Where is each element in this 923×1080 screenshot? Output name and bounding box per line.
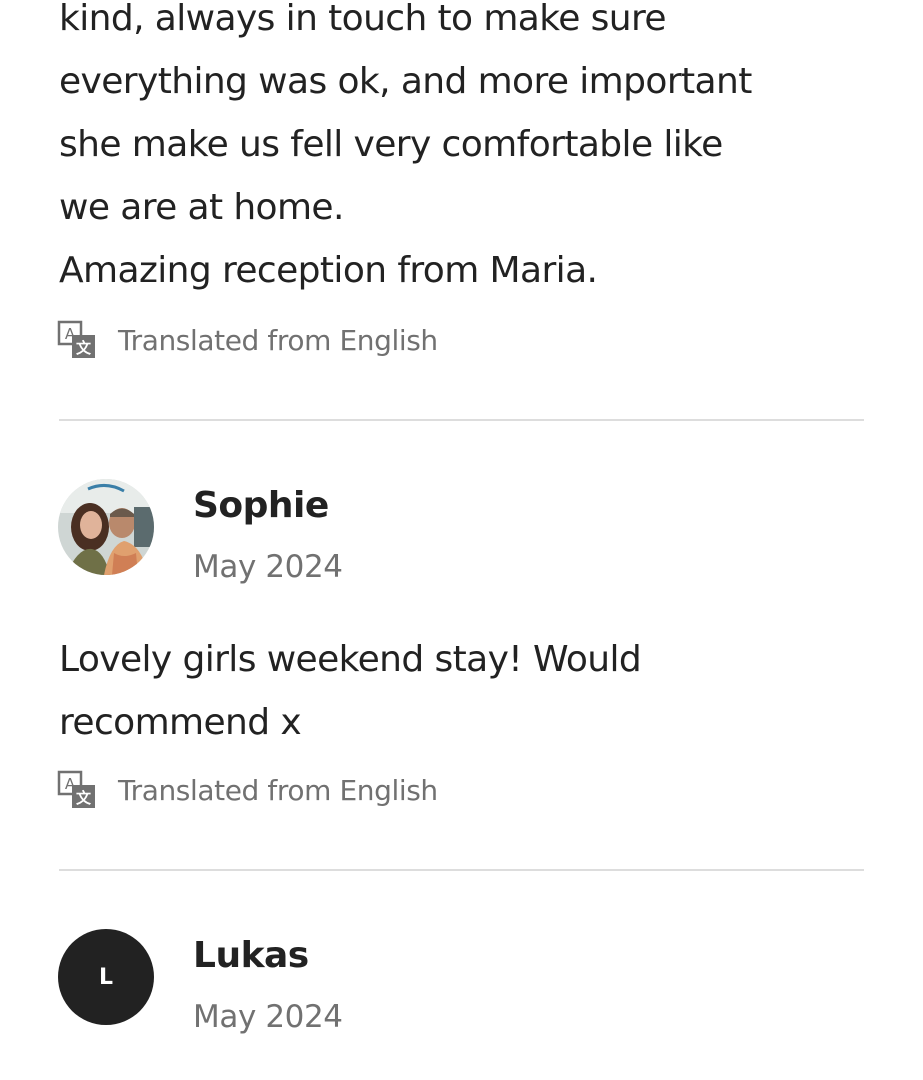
avatar[interactable] — [58, 479, 154, 575]
review-text-line: she make us fell very comfortable like — [59, 124, 723, 165]
review-text: Lovely girls weekend stay! Would recomme… — [59, 628, 642, 754]
review-text-line: recommend x — [59, 702, 302, 743]
translation-note[interactable]: A 文 Translated from English — [57, 320, 438, 360]
review-text-line: we are at home. — [59, 187, 344, 228]
svg-text:文: 文 — [76, 339, 92, 357]
avatar[interactable]: L — [58, 929, 154, 1025]
review-date: May 2024 — [193, 549, 343, 585]
translation-note[interactable]: A 文 Translated from English — [57, 770, 438, 810]
review-date: May 2024 — [193, 999, 343, 1035]
reviewer-name: Lukas — [193, 935, 309, 976]
translate-icon: A 文 — [57, 770, 97, 810]
translate-icon: A 文 — [57, 320, 97, 360]
review-text-line: everything was ok, and more important — [59, 61, 752, 102]
translation-note-label: Translated from English — [118, 773, 438, 807]
svg-text:文: 文 — [76, 789, 92, 807]
divider — [59, 869, 864, 871]
avatar-initial: L — [98, 964, 114, 990]
avatar-photo — [58, 479, 154, 575]
review-text-line: kind, always in touch to make sure — [59, 0, 667, 39]
review-text-line: Lovely girls weekend stay! Would — [59, 639, 642, 680]
translation-note-label: Translated from English — [118, 323, 438, 357]
review-text: kind, always in touch to make sure every… — [59, 0, 752, 302]
reviewer-name: Sophie — [193, 485, 329, 526]
divider — [59, 419, 864, 421]
review-text-line: Amazing reception from Maria. — [59, 250, 598, 291]
